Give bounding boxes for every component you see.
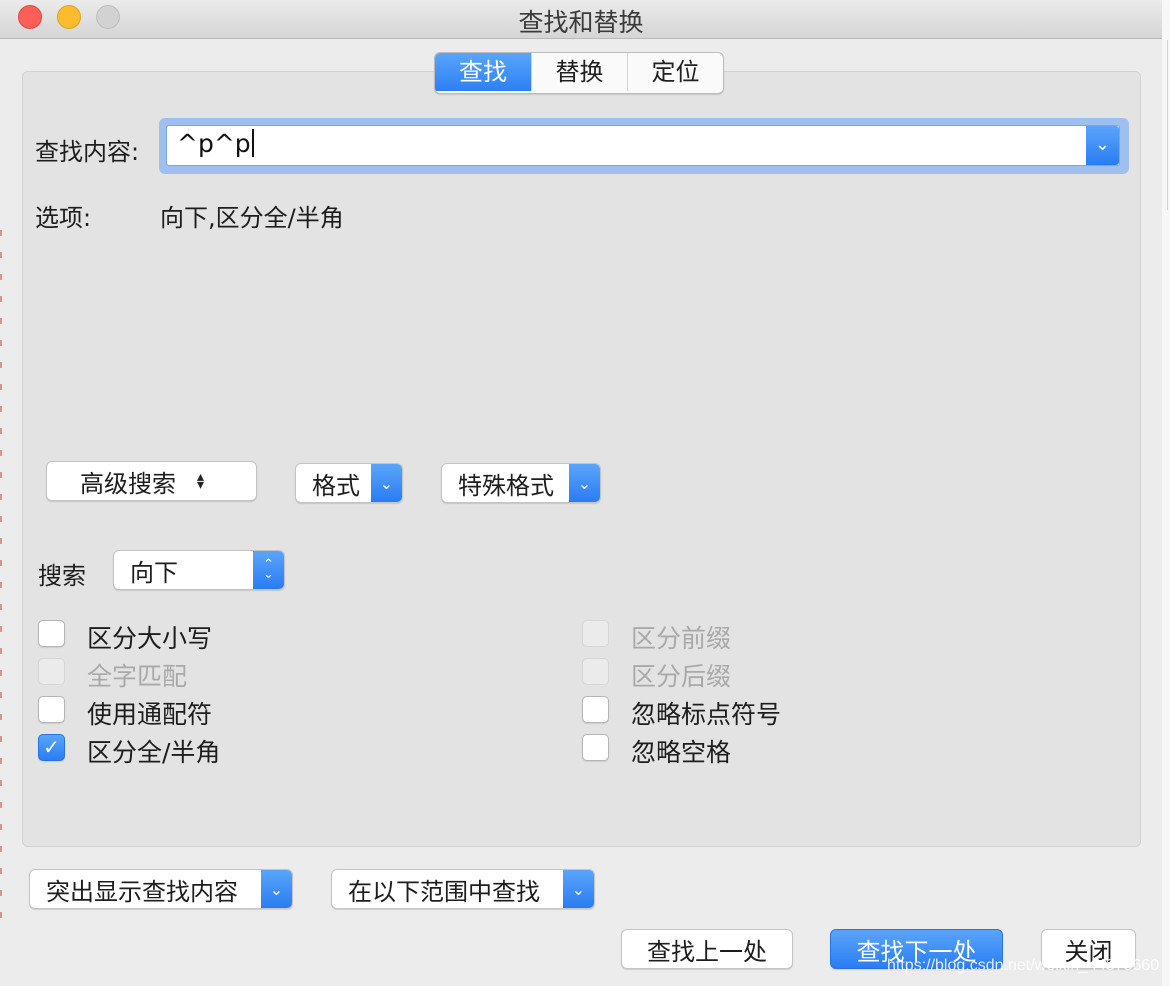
find-input[interactable]: ^p^p ⌄ — [166, 125, 1120, 166]
tab-bar: 查找 替换 定位 — [434, 52, 724, 94]
find-replace-dialog: 查找和替换 查找 替换 定位 查找内容: ^p^p ⌄ 选项: 向下,区分全/半… — [0, 0, 1163, 986]
ignore-spaces-checkbox[interactable] — [582, 734, 609, 761]
find-history-dropdown[interactable]: ⌄ — [1086, 126, 1119, 165]
match-prefix-label: 区分前缀 — [631, 624, 732, 653]
find-previous-label: 查找上一处 — [647, 937, 767, 966]
special-format-dropdown[interactable]: 特殊格式 ⌄ — [441, 463, 601, 503]
options-summary: 向下,区分全/半角 — [160, 204, 344, 232]
checkmark-icon: ✓ — [43, 735, 60, 759]
advanced-search-label: 高级搜索 — [80, 469, 176, 498]
highlight-label: 突出显示查找内容 — [46, 877, 238, 906]
search-direction-select[interactable]: 向下 ⌃ ⌄ — [113, 550, 285, 590]
match-case-label: 区分大小写 — [87, 624, 213, 653]
search-direction-label: 搜索 — [38, 562, 86, 590]
chevron-down-icon: ⌄ — [563, 870, 594, 908]
options-label: 选项: — [35, 204, 92, 232]
title-bar[interactable]: 查找和替换 — [0, 0, 1162, 39]
find-previous-button[interactable]: 查找上一处 — [621, 929, 793, 969]
format-dropdown[interactable]: 格式 ⌄ — [295, 463, 403, 503]
find-in-label: 在以下范围中查找 — [348, 877, 540, 906]
match-suffix-checkbox — [582, 658, 609, 685]
tab-find[interactable]: 查找 — [435, 53, 531, 91]
format-label: 格式 — [312, 471, 360, 500]
whole-word-checkbox — [38, 658, 65, 685]
match-suffix-label: 区分后缀 — [631, 662, 732, 691]
find-input-focus-ring: ^p^p ⌄ — [159, 118, 1129, 174]
full-half-width-label: 区分全/半角 — [87, 738, 221, 767]
chevron-down-icon: ⌄ — [261, 870, 292, 908]
tab-replace[interactable]: 替换 — [531, 53, 627, 91]
background-document-marks — [0, 230, 2, 930]
ignore-punctuation-label: 忽略标点符号 — [631, 700, 782, 729]
stepper-arrows-icon: ⌃ ⌄ — [253, 551, 284, 589]
match-case-checkbox[interactable] — [38, 620, 65, 647]
watermark: https://blog.csdn.net/weixin_44375660 — [887, 957, 1160, 974]
search-direction-value: 向下 — [130, 558, 178, 587]
chevron-down-icon: ⌄ — [569, 464, 600, 502]
advanced-search-button[interactable]: 高级搜索 ▴ ▾ — [46, 461, 257, 501]
window-title: 查找和替换 — [518, 8, 644, 37]
chevron-down-icon: ⌄ — [371, 464, 402, 502]
text-caret — [251, 129, 254, 157]
edge-divider — [1167, 40, 1168, 210]
wildcards-checkbox[interactable] — [38, 696, 65, 723]
special-format-label: 特殊格式 — [458, 471, 554, 500]
find-in-dropdown[interactable]: 在以下范围中查找 ⌄ — [331, 869, 595, 909]
background-window-edge — [1162, 0, 1170, 986]
find-label: 查找内容: — [35, 138, 140, 166]
full-half-width-checkbox[interactable]: ✓ — [38, 734, 65, 761]
highlight-dropdown[interactable]: 突出显示查找内容 ⌄ — [29, 869, 293, 909]
chevron-down-icon: ⌄ — [1094, 134, 1111, 155]
ignore-spaces-label: 忽略空格 — [631, 738, 732, 767]
tab-goto[interactable]: 定位 — [627, 53, 723, 91]
collapse-arrows-icon: ▴ ▾ — [197, 469, 205, 493]
ignore-punctuation-checkbox[interactable] — [582, 696, 609, 723]
find-input-value: ^p^p — [177, 129, 251, 158]
wildcards-label: 使用通配符 — [87, 700, 213, 729]
match-prefix-checkbox — [582, 620, 609, 647]
whole-word-label: 全字匹配 — [87, 662, 188, 691]
